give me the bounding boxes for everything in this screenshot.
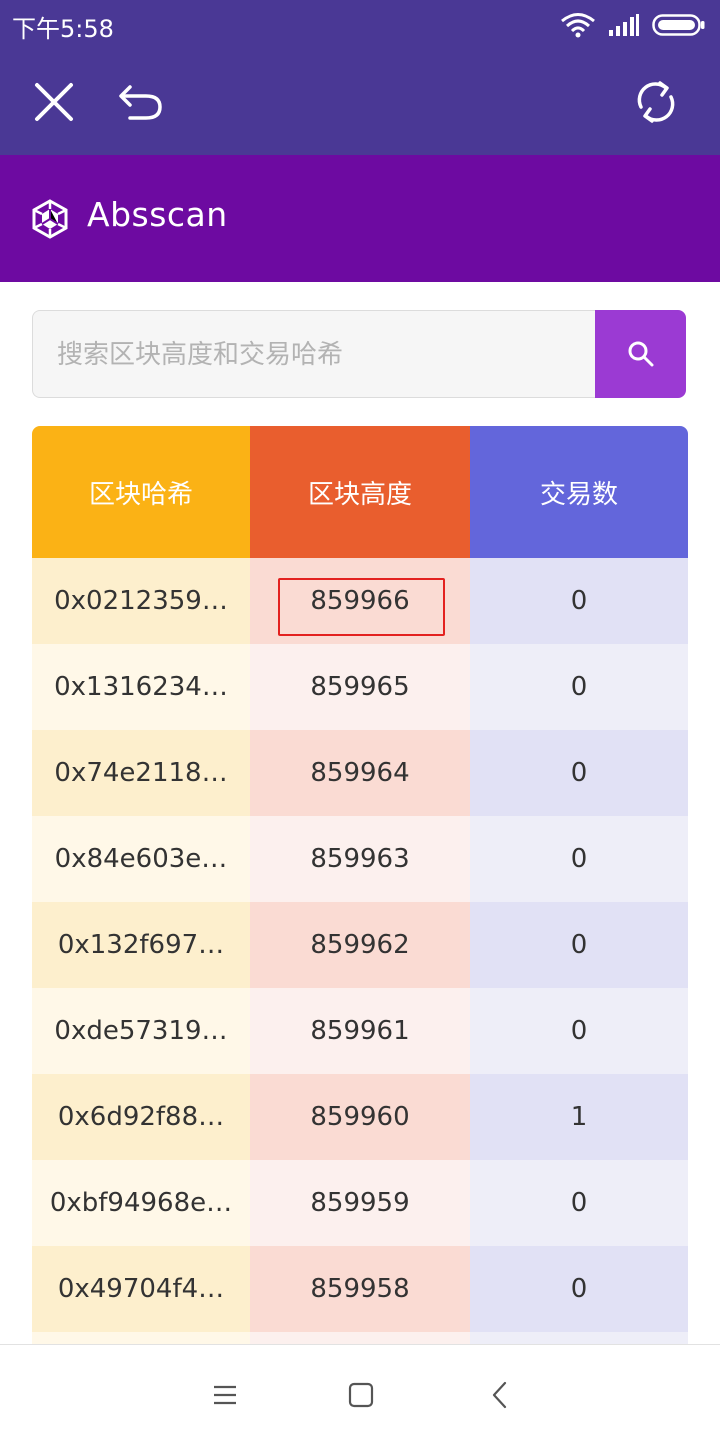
block-hash-cell: 0x1316234… (32, 644, 250, 730)
close-icon (35, 83, 73, 121)
column-header-hash: 区块哈希 (32, 426, 250, 558)
search-button[interactable] (595, 310, 686, 398)
block-hash-cell: 0xde57319… (32, 988, 250, 1074)
block-hash-cell: 0x132f697… (32, 902, 250, 988)
battery-icon (652, 14, 705, 36)
tx-count-cell: 0 (470, 1246, 688, 1332)
table-body: 0x0212359… 859966 0 0x1316234… 859965 0 … (32, 558, 688, 1418)
search-icon (628, 341, 653, 367)
block-hash-cell: 0x49704f4… (32, 1246, 250, 1332)
block-height-cell: 859960 (250, 1074, 470, 1160)
tx-count-cell: 0 (470, 902, 688, 988)
toolbar (0, 50, 720, 155)
table-row[interactable]: 0x1316234… 859965 0 (32, 644, 688, 730)
tx-count-cell: 1 (470, 1074, 688, 1160)
wifi-icon (561, 13, 595, 38)
table-header: 区块哈希 区块高度 交易数 (32, 426, 688, 558)
app-title: Absscan (87, 195, 228, 234)
block-height-cell: 859966 (250, 558, 470, 644)
back-button[interactable] (480, 1375, 520, 1415)
search-input[interactable] (32, 310, 595, 398)
signal-icon (609, 14, 639, 36)
home-icon (348, 1382, 374, 1408)
menu-icon (214, 1385, 236, 1405)
app-header: Absscan (0, 155, 720, 282)
block-hash-cell: 0x0212359… (32, 558, 250, 644)
navigation-bar (0, 1344, 720, 1440)
close-button[interactable] (28, 76, 80, 128)
block-hash-cell: 0x74e2118… (32, 730, 250, 816)
tx-count-cell: 0 (470, 1160, 688, 1246)
block-height-cell: 859962 (250, 902, 470, 988)
undo-button[interactable] (114, 76, 166, 128)
table-row[interactable]: 0x74e2118… 859964 0 (32, 730, 688, 816)
block-height-cell: 859965 (250, 644, 470, 730)
table-row[interactable]: 0x6d92f88… 859960 1 (32, 1074, 688, 1160)
column-header-height: 区块高度 (250, 426, 470, 558)
tx-count-cell: 0 (470, 988, 688, 1074)
block-height-cell: 859959 (250, 1160, 470, 1246)
block-height-cell: 859961 (250, 988, 470, 1074)
status-bar: 下午5:58 (0, 0, 720, 50)
table-row[interactable]: 0x0212359… 859966 0 (32, 558, 688, 644)
table-row[interactable]: 0x84e603e… 859963 0 (32, 816, 688, 902)
block-height-cell: 859963 (250, 816, 470, 902)
back-icon (492, 1381, 507, 1409)
table-row[interactable]: 0xde57319… 859961 0 (32, 988, 688, 1074)
status-time: 下午5:58 (12, 15, 114, 43)
tx-count-cell: 0 (470, 558, 688, 644)
home-button[interactable] (341, 1375, 381, 1415)
status-icons (560, 10, 706, 40)
block-hash-cell: 0xbf94968e… (32, 1160, 250, 1246)
tx-count-cell: 0 (470, 730, 688, 816)
tx-count-cell: 0 (470, 816, 688, 902)
refresh-button[interactable] (630, 76, 682, 128)
block-hash-cell: 0x6d92f88… (32, 1074, 250, 1160)
undo-icon (119, 85, 162, 120)
block-hash-cell: 0x84e603e… (32, 816, 250, 902)
refresh-icon (637, 81, 675, 123)
table-row[interactable]: 0x132f697… 859962 0 (32, 902, 688, 988)
column-header-tx-count: 交易数 (470, 426, 688, 558)
table-row[interactable]: 0xbf94968e… 859959 0 (32, 1160, 688, 1246)
tx-count-cell: 0 (470, 644, 688, 730)
logo-icon (32, 199, 68, 239)
menu-button[interactable] (205, 1375, 245, 1415)
block-height-cell: 859964 (250, 730, 470, 816)
blocks-table: 区块哈希 区块高度 交易数 0x0212359… 859966 0 0x1316… (32, 426, 688, 1418)
table-row[interactable]: 0x49704f4… 859958 0 (32, 1246, 688, 1332)
block-height-cell: 859958 (250, 1246, 470, 1332)
